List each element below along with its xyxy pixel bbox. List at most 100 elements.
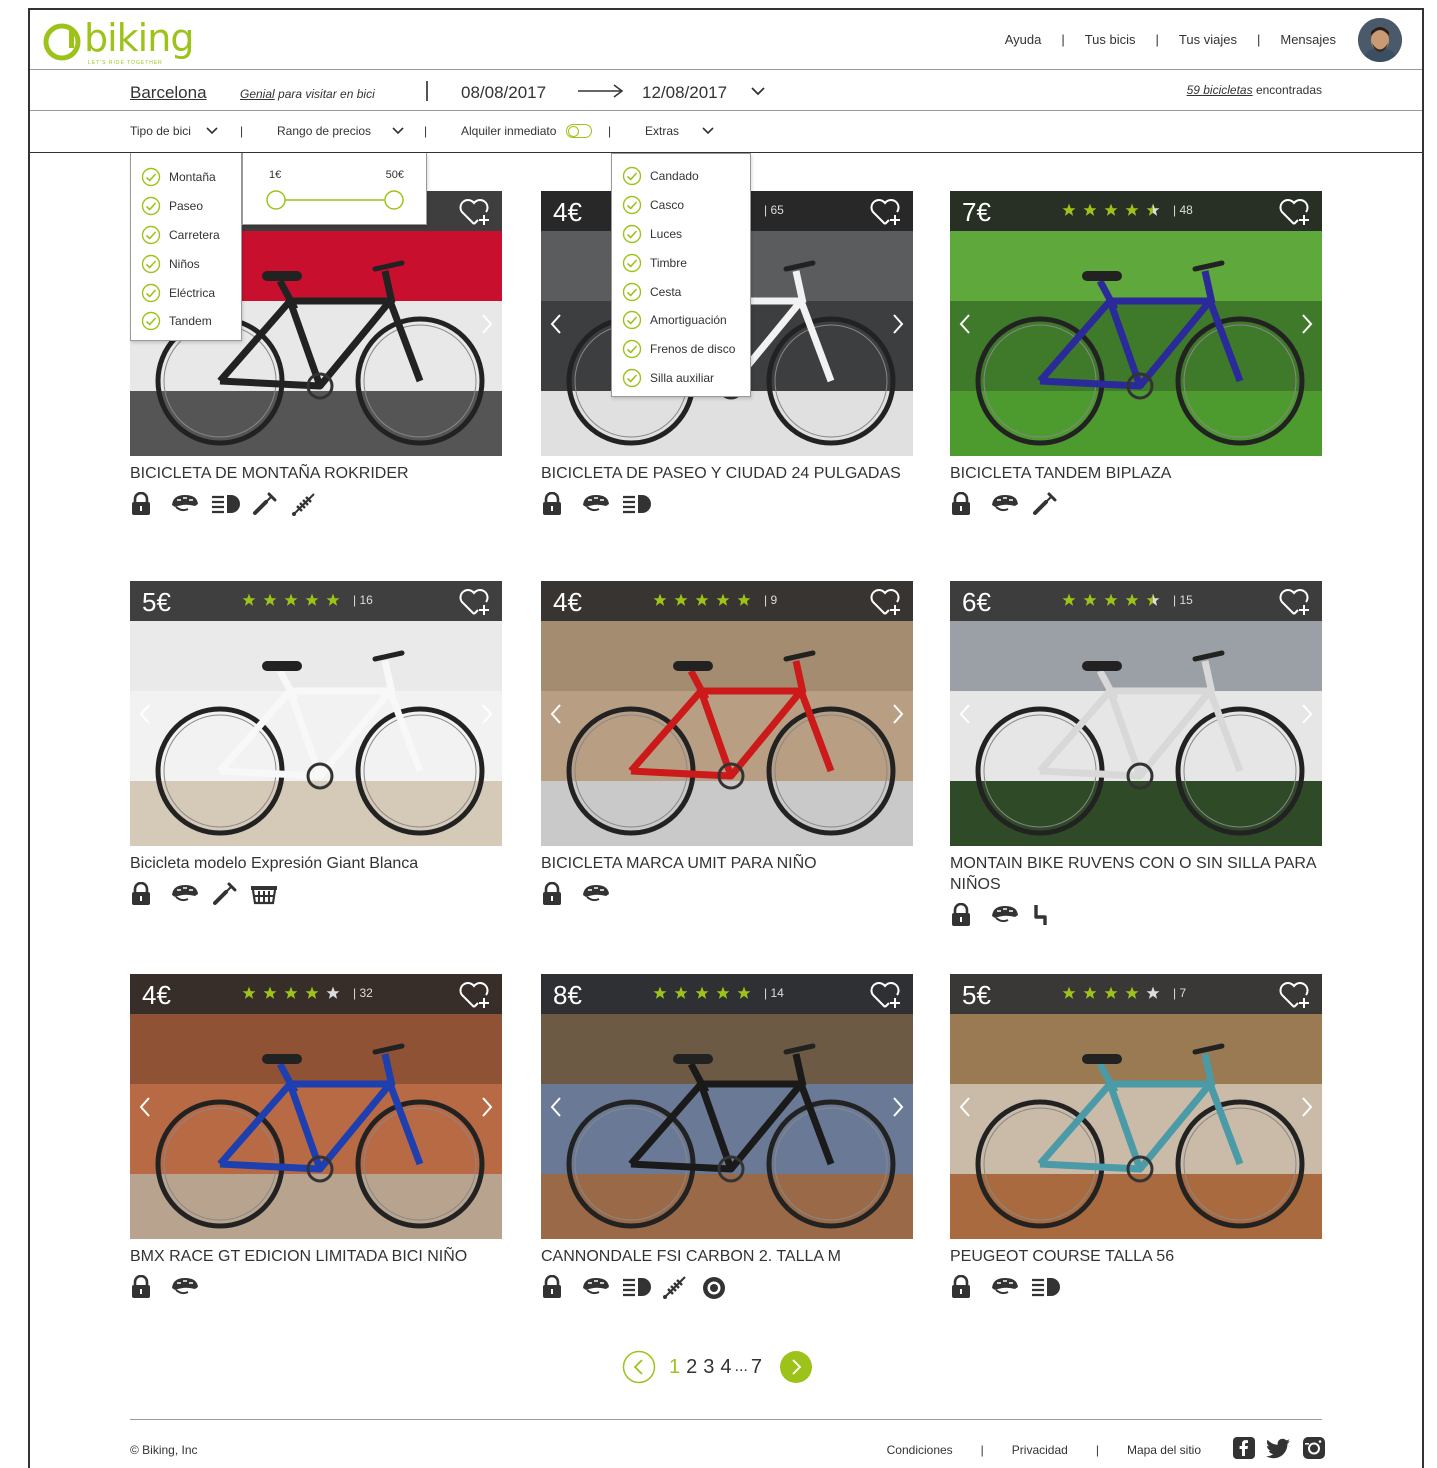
extras-option[interactable]: Amortiguación <box>612 306 750 335</box>
bike-card[interactable]: 8€ | 14 CANNONDALE FSI CARBON 2. TALLA M <box>541 974 913 1299</box>
bike-title[interactable]: PEUGEOT COURSE TALLA 56 <box>950 1246 1322 1267</box>
bike-photo[interactable]: 4€ | 32 <box>130 974 502 1239</box>
bike-card[interactable]: 5€ | 16 Bicicleta modelo Expresión Giant B… <box>130 581 502 906</box>
favorite-heart-icon[interactable] <box>1278 197 1312 232</box>
favorite-heart-icon[interactable] <box>458 587 492 622</box>
chevron-right-icon[interactable] <box>480 313 494 335</box>
chevron-left-icon[interactable] <box>549 1096 563 1118</box>
nav-help[interactable]: Ayuda <box>1005 32 1042 47</box>
filter-bike-type[interactable]: Tipo de bici <box>130 124 219 138</box>
bike-card[interactable]: 5€ | 7 PEUGEOT COURSE TALLA 56 <box>950 974 1322 1299</box>
instagram-icon[interactable] <box>1302 1436 1326 1460</box>
bike-card[interactable]: 4€ | 32 BMX RACE GT EDICION LIMITADA BICI … <box>130 974 502 1299</box>
next-page-button[interactable] <box>779 1350 813 1384</box>
bike-card[interactable]: 4€ | 9 BICICLETA MARCA UMIT PARA NIÑO <box>541 581 913 906</box>
date-from[interactable]: 08/08/2017 <box>461 83 546 103</box>
chevron-left-icon[interactable] <box>549 703 563 725</box>
bike-type-option[interactable]: Eléctrica <box>131 278 241 307</box>
bike-photo[interactable]: 4€ | 9 <box>541 581 913 846</box>
bike-title[interactable]: BICICLETA DE PASEO Y CIUDAD 24 PULGADAS <box>541 463 913 484</box>
chevron-right-icon[interactable] <box>891 703 905 725</box>
footer-link-sitemap[interactable]: Mapa del sitio <box>1127 1443 1201 1457</box>
bike-photo[interactable]: 5€ | 16 <box>130 581 502 846</box>
chevron-left-icon[interactable] <box>138 1096 152 1118</box>
facebook-icon[interactable] <box>1232 1436 1256 1460</box>
bike-card[interactable]: 7€ | 48 BICICLETA TANDEM BIPLAZA <box>950 191 1322 516</box>
logo[interactable]: biking LET'S RIDE TOGETHER <box>42 16 202 66</box>
chevron-right-icon[interactable] <box>1300 1096 1314 1118</box>
chevron-left-icon[interactable] <box>958 1096 972 1118</box>
rating: | 32 <box>242 986 373 1000</box>
price-slider[interactable] <box>243 183 428 223</box>
chevron-right-icon[interactable] <box>480 703 494 725</box>
chevron-left-icon[interactable] <box>958 313 972 335</box>
bike-title[interactable]: BICICLETA MARCA UMIT PARA NIÑO <box>541 853 913 874</box>
bike-title[interactable]: Bicicleta modelo Expresión Giant Blanca <box>130 853 502 874</box>
bike-type-option[interactable]: Paseo <box>131 192 241 221</box>
bike-title[interactable]: BMX RACE GT EDICION LIMITADA BICI NIÑO <box>130 1246 502 1267</box>
chevron-left-icon[interactable] <box>958 703 972 725</box>
page-number[interactable]: 7 <box>751 1356 762 1379</box>
bike-photo[interactable]: 7€ | 48 <box>950 191 1322 456</box>
city-selector[interactable]: Barcelona <box>130 83 207 103</box>
bike-photo[interactable]: 5€ | 7 <box>950 974 1322 1239</box>
bike-title[interactable]: MONTAIN BIKE RUVENS CON O SIN SILLA PARA… <box>950 853 1322 895</box>
star-icon <box>653 986 667 999</box>
chevron-right-icon[interactable] <box>1300 313 1314 335</box>
favorite-heart-icon[interactable] <box>458 980 492 1015</box>
bike-title[interactable]: BICICLETA DE MONTAÑA ROKRIDER <box>130 463 502 484</box>
copyright: © Biking, Inc <box>130 1443 198 1457</box>
extras-option[interactable]: Silla auxiliar <box>612 364 750 393</box>
prev-page-button[interactable] <box>622 1350 656 1384</box>
footer-link-privacy[interactable]: Privacidad <box>1012 1443 1068 1457</box>
chevron-right-icon[interactable] <box>891 313 905 335</box>
favorite-heart-icon[interactable] <box>869 197 903 232</box>
filter-extras[interactable]: Extras <box>645 124 715 138</box>
favorite-heart-icon[interactable] <box>869 587 903 622</box>
bike-type-option[interactable]: Montaña <box>131 163 241 192</box>
star-icon <box>263 986 277 999</box>
date-to[interactable]: 12/08/2017 <box>642 83 727 103</box>
instant-rental-toggle[interactable] <box>566 124 593 138</box>
favorite-heart-icon[interactable] <box>458 197 492 232</box>
nav-my-trips[interactable]: Tus viajes <box>1179 32 1237 47</box>
favorite-heart-icon[interactable] <box>1278 980 1312 1015</box>
page-number[interactable]: 1 <box>669 1356 680 1379</box>
avatar[interactable] <box>1358 18 1402 62</box>
bike-title[interactable]: BICICLETA TANDEM BIPLAZA <box>950 463 1322 484</box>
bike-type-option[interactable]: Tandem <box>131 307 241 336</box>
page-number[interactable]: 2 <box>686 1356 697 1379</box>
filter-instant-rental[interactable]: Alquiler inmediato <box>461 124 593 138</box>
favorite-heart-icon[interactable] <box>869 980 903 1015</box>
favorite-heart-icon[interactable] <box>1278 587 1312 622</box>
chevron-left-icon[interactable] <box>138 703 152 725</box>
page-number[interactable]: 4 <box>720 1356 731 1379</box>
price-label: 4€ <box>553 197 582 227</box>
bike-photo[interactable]: 8€ | 14 <box>541 974 913 1239</box>
extras-icons <box>130 491 502 516</box>
suspension-icon <box>290 492 318 516</box>
bike-type-option[interactable]: Niños <box>131 249 241 278</box>
extras-option[interactable]: Candado <box>612 162 750 191</box>
bike-title[interactable]: CANNONDALE FSI CARBON 2. TALLA M <box>541 1246 913 1267</box>
bike-photo[interactable]: 6€ | 15 <box>950 581 1322 846</box>
extras-option[interactable]: Luces <box>612 220 750 249</box>
twitter-icon[interactable] <box>1266 1436 1292 1460</box>
extras-option[interactable]: Frenos de disco <box>612 335 750 364</box>
bike-card[interactable]: 6€ | 15 MONTAIN BIKE RUVENS CON O SIN SILL… <box>950 581 1322 927</box>
chevron-right-icon[interactable] <box>891 1096 905 1118</box>
extras-option[interactable]: Casco <box>612 191 750 220</box>
extras-option[interactable]: Cesta <box>612 277 750 306</box>
nav-messages[interactable]: Mensajes <box>1280 32 1336 47</box>
bike-type-option[interactable]: Carretera <box>131 221 241 250</box>
chevron-down-icon[interactable] <box>750 85 766 97</box>
chevron-right-icon[interactable] <box>1300 703 1314 725</box>
chevron-right-icon[interactable] <box>480 1096 494 1118</box>
nav-my-bikes[interactable]: Tus bicis <box>1085 32 1136 47</box>
chevron-left-icon[interactable] <box>549 313 563 335</box>
page-number[interactable]: 3 <box>703 1356 714 1379</box>
rating: | 15 <box>1062 593 1193 607</box>
filter-price-range[interactable]: Rango de precios <box>277 124 405 138</box>
extras-option[interactable]: Timbre <box>612 248 750 277</box>
footer-link-terms[interactable]: Condiciones <box>887 1443 953 1457</box>
